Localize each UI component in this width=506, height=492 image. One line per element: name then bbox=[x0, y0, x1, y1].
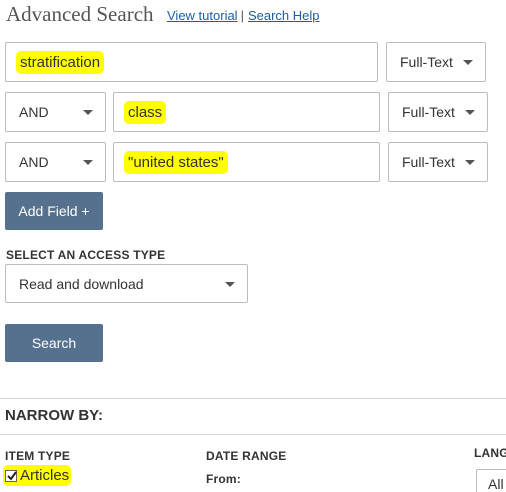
operator-select-2[interactable]: AND bbox=[5, 92, 106, 132]
articles-label: Articles bbox=[20, 467, 70, 484]
chevron-down-icon bbox=[465, 110, 475, 115]
add-field-button[interactable]: Add Field + bbox=[5, 192, 103, 230]
field-select-3[interactable]: Full-Text bbox=[388, 142, 488, 182]
field-select-2-value: Full-Text bbox=[402, 104, 455, 120]
chevron-down-icon bbox=[465, 160, 475, 165]
chevron-down-icon bbox=[83, 110, 93, 115]
page-title: Advanced Search bbox=[6, 2, 154, 26]
search-input-3-value: "united states" bbox=[126, 153, 226, 172]
link-separator: | bbox=[240, 8, 244, 23]
field-select-3-value: Full-Text bbox=[402, 154, 455, 170]
search-help-link[interactable]: Search Help bbox=[248, 8, 320, 23]
header-links: View tutorial | Search Help bbox=[167, 8, 320, 23]
from-label: From: bbox=[206, 472, 241, 486]
search-input-2[interactable]: class bbox=[113, 92, 380, 132]
articles-filter[interactable]: Articles bbox=[5, 467, 70, 484]
date-range-label: DATE RANGE bbox=[206, 449, 287, 463]
search-input-3[interactable]: "united states" bbox=[113, 142, 380, 182]
search-input-1[interactable]: stratification bbox=[5, 42, 378, 82]
item-type-label: ITEM TYPE bbox=[5, 449, 71, 463]
divider bbox=[0, 398, 506, 399]
field-select-2[interactable]: Full-Text bbox=[388, 92, 488, 132]
access-type-select[interactable]: Read and download bbox=[5, 264, 248, 303]
chevron-down-icon bbox=[225, 282, 235, 287]
field-select-1[interactable]: Full-Text bbox=[386, 42, 486, 82]
divider bbox=[0, 434, 506, 435]
language-label: LANG bbox=[474, 446, 506, 460]
operator-select-2-value: AND bbox=[19, 104, 49, 120]
narrow-by-heading: NARROW BY: bbox=[5, 407, 104, 424]
operator-select-3[interactable]: AND bbox=[5, 142, 106, 182]
search-input-1-value: stratification bbox=[18, 53, 103, 72]
search-button[interactable]: Search bbox=[5, 324, 103, 362]
access-type-label: SELECT AN ACCESS TYPE bbox=[6, 248, 166, 262]
field-select-1-value: Full-Text bbox=[400, 54, 453, 70]
checkmark-icon bbox=[7, 470, 17, 481]
chevron-down-icon bbox=[83, 160, 93, 165]
operator-select-3-value: AND bbox=[19, 154, 49, 170]
language-select[interactable]: All bbox=[476, 469, 506, 492]
language-select-value: All bbox=[488, 476, 504, 492]
search-input-2-value: class bbox=[126, 103, 165, 122]
view-tutorial-link[interactable]: View tutorial bbox=[167, 8, 238, 23]
chevron-down-icon bbox=[463, 60, 473, 65]
access-type-value: Read and download bbox=[19, 276, 144, 292]
articles-checkbox[interactable] bbox=[5, 469, 17, 482]
